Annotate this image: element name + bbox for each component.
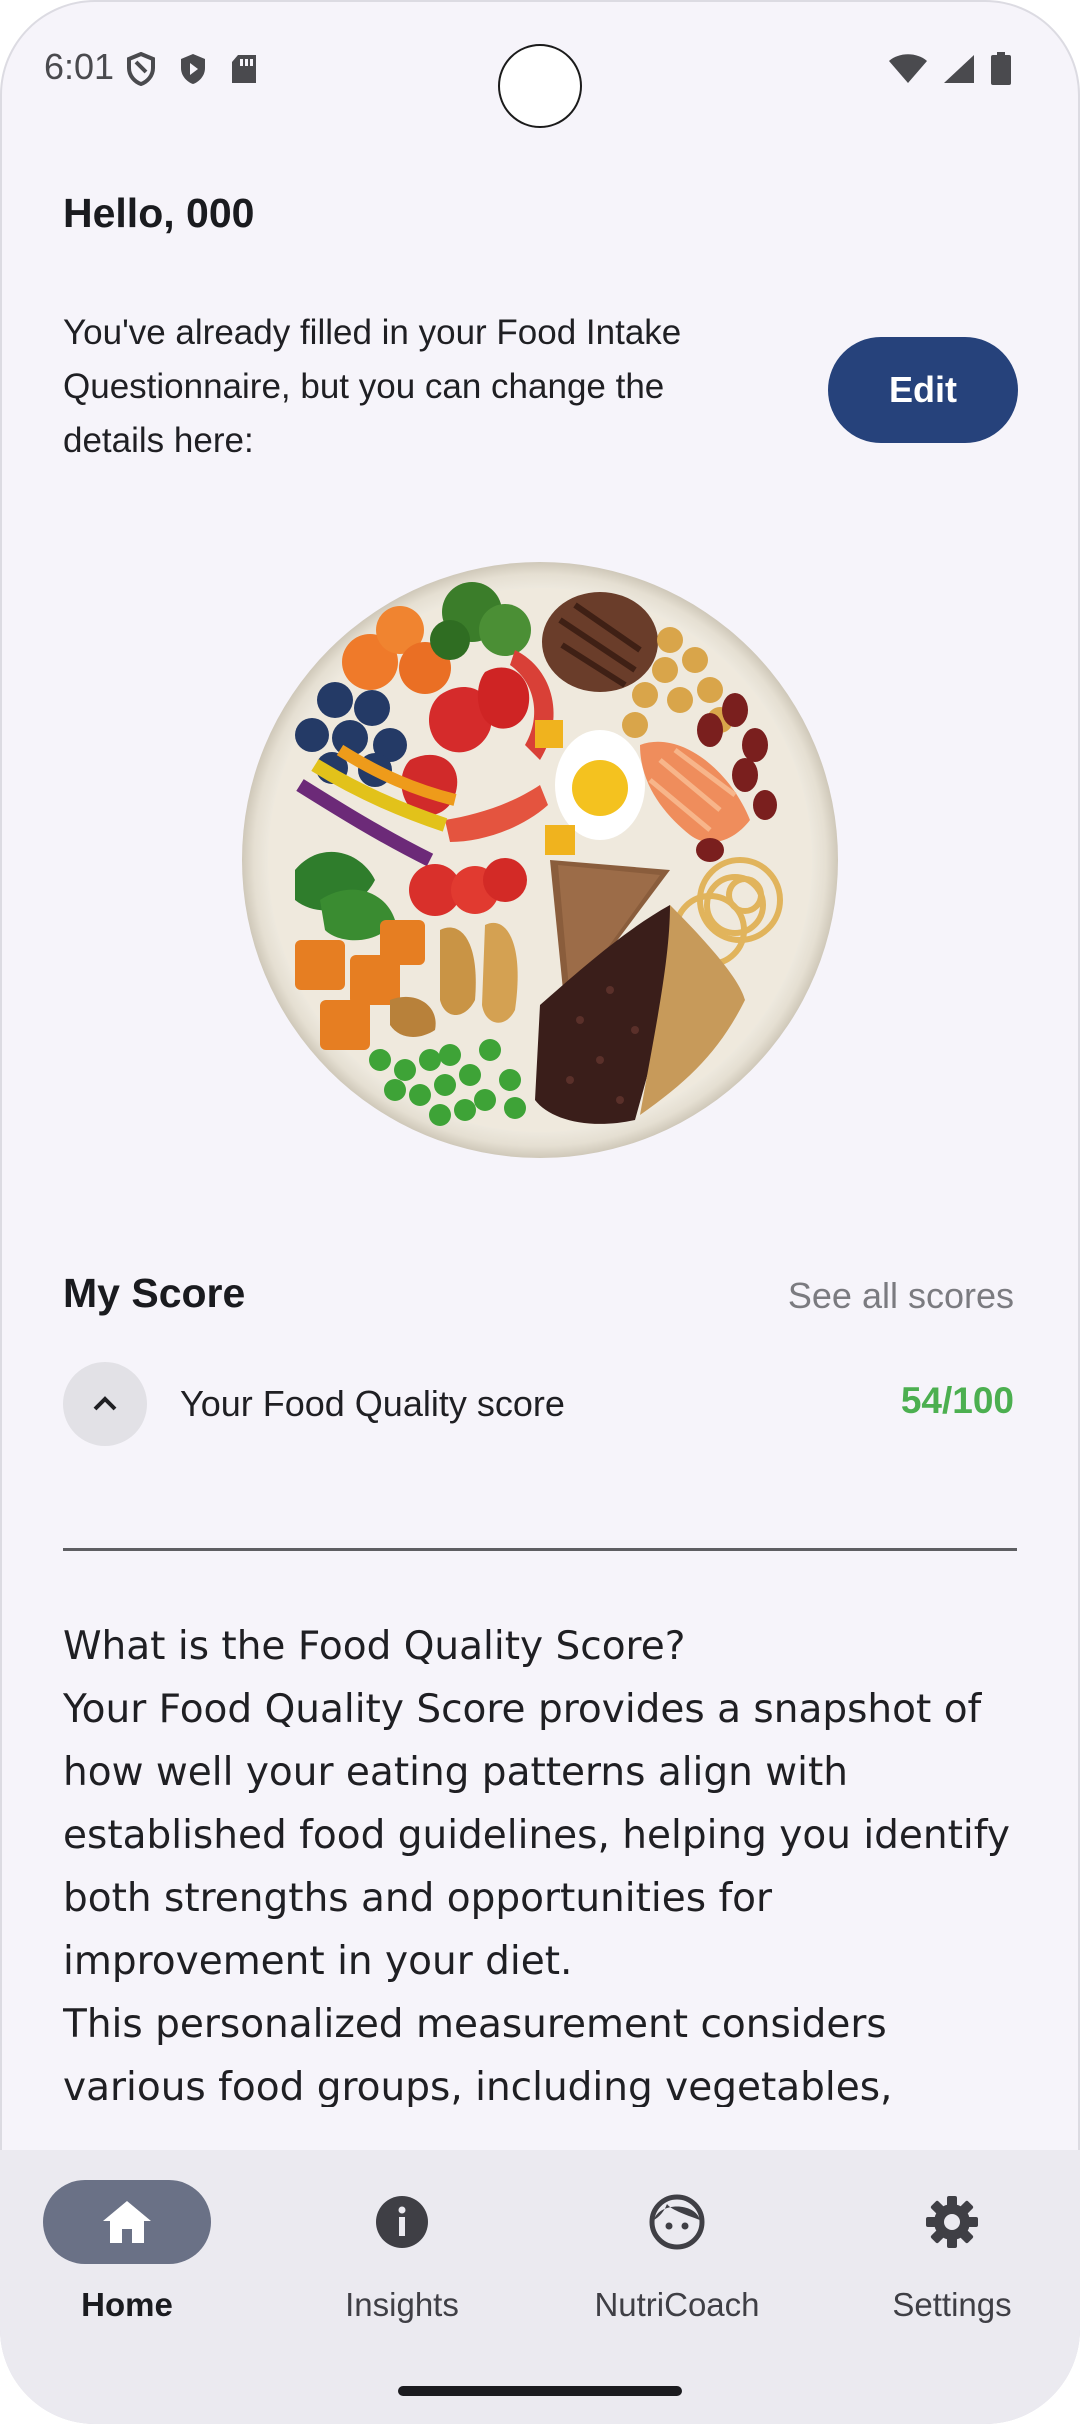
food-quality-score-label: Your Food Quality score <box>180 1383 565 1424</box>
nav-home-indicator <box>43 2180 211 2264</box>
collapse-score-button[interactable] <box>63 1362 147 1446</box>
battery-icon <box>990 52 1012 91</box>
nav-label-insights: Insights <box>345 2286 459 2323</box>
nav-label-home: Home <box>81 2286 173 2323</box>
sd-card-icon <box>230 53 258 85</box>
camera-cutout <box>498 44 582 128</box>
questionnaire-info-text: You've already filled in your Food Intak… <box>63 313 682 460</box>
nav-item-home[interactable]: Home <box>27 2180 227 2324</box>
edit-questionnaire-button[interactable]: Edit <box>828 337 1018 443</box>
gesture-home-indicator[interactable] <box>398 2386 682 2396</box>
explanation-title: What is the Food Quality Score? <box>63 1624 686 1669</box>
food-plate-image <box>242 562 838 1158</box>
home-icon <box>103 2201 151 2243</box>
gear-icon <box>926 2196 978 2248</box>
score-explanation: What is the Food Quality Score? Your Foo… <box>63 1615 1033 2107</box>
nav-item-insights[interactable]: Insights <box>302 2180 502 2324</box>
status-time: 6:01 <box>44 46 115 87</box>
see-all-scores-link[interactable]: See all scores <box>788 1275 1014 1317</box>
status-notification-icons <box>126 52 258 86</box>
food-quality-score-value: 54/100 <box>900 1380 1014 1421</box>
shield-outline-icon <box>126 52 156 86</box>
greeting-title: Hello, 000 <box>63 190 255 236</box>
signal-icon <box>942 53 976 90</box>
status-system-icons <box>888 52 1012 91</box>
status-bar: 6:01 <box>0 0 1080 140</box>
nav-item-nutricoach[interactable]: NutriCoach <box>577 2180 777 2324</box>
bottom-navigation: Home Insights NutriCoach Settings <box>0 2150 1080 2424</box>
explanation-paragraph: This personalized measurement considers … <box>63 2002 893 2107</box>
app-screen: 6:01 Hello, 000 You've already filled in… <box>0 0 1080 2424</box>
info-icon <box>376 2196 428 2248</box>
explanation-paragraph: Your Food Quality Score provides a snaps… <box>63 1687 1010 1984</box>
divider <box>63 1548 1017 1551</box>
nav-item-settings[interactable]: Settings <box>852 2180 1052 2324</box>
nav-label-settings: Settings <box>892 2286 1012 2323</box>
my-score-heading: My Score <box>63 1270 246 1316</box>
face-icon <box>649 2194 705 2250</box>
chevron-up-icon <box>93 1396 117 1411</box>
nav-label-nutricoach: NutriCoach <box>594 2286 760 2323</box>
shield-play-icon <box>178 52 208 86</box>
wifi-icon <box>888 53 928 90</box>
